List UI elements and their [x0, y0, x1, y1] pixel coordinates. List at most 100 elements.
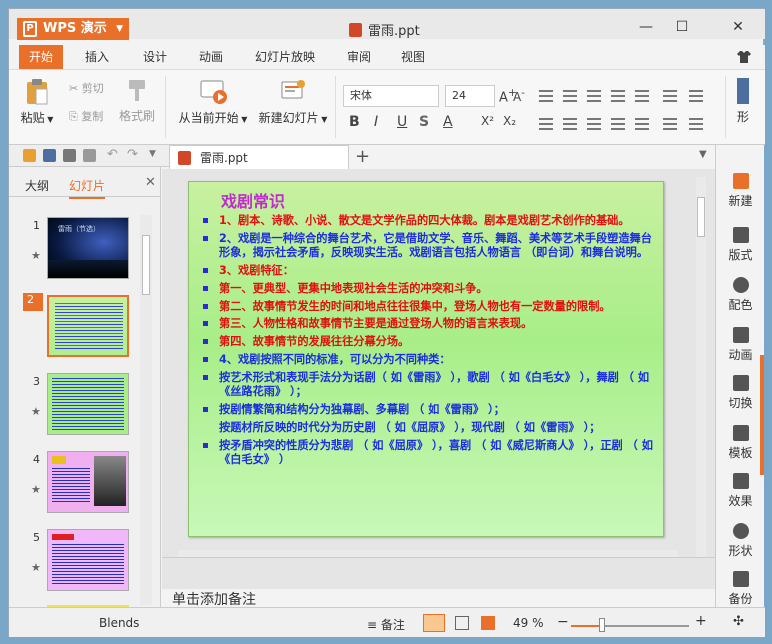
- app-menu-button[interactable]: P WPS 演示 ▼: [17, 18, 129, 40]
- task-color-scheme[interactable]: 配色: [716, 277, 765, 313]
- tab-view[interactable]: 视图: [401, 45, 425, 69]
- save-icon[interactable]: [43, 149, 56, 162]
- slide-bullet-line: 按矛盾冲突的性质分为悲剧 （ 如《屈原》 ），喜剧 （ 如《威尼斯商人》 ），正…: [203, 439, 655, 468]
- font-name-select[interactable]: 宋体: [343, 85, 439, 107]
- shape-button[interactable]: 形: [731, 78, 755, 125]
- close-window-button[interactable]: ✕: [725, 17, 751, 37]
- zoom-out-button[interactable]: −: [557, 614, 569, 630]
- notes-icon: ≡: [367, 618, 378, 632]
- font-size-select[interactable]: 24: [445, 85, 495, 107]
- tab-review[interactable]: 审阅: [347, 45, 371, 69]
- chevron-down-icon[interactable]: ▼: [149, 149, 156, 159]
- task-animation[interactable]: 动画: [716, 327, 765, 363]
- slide-title[interactable]: 戏剧常识: [203, 188, 655, 214]
- skin-icon[interactable]: [737, 50, 751, 64]
- increase-indent-icon[interactable]: [611, 90, 625, 102]
- close-panel-icon[interactable]: ✕: [145, 175, 156, 190]
- decrease-indent-icon[interactable]: [587, 90, 601, 102]
- numbering-icon[interactable]: [563, 90, 577, 102]
- notes-placeholder[interactable]: 单击添加备注: [172, 589, 256, 609]
- copy-button[interactable]: ⎘ 复制: [69, 108, 103, 124]
- slide-thumbnail-3[interactable]: [47, 373, 129, 435]
- slideshow-button[interactable]: [481, 616, 495, 630]
- decrease-font-icon[interactable]: A-: [513, 88, 525, 104]
- clipboard-icon: [27, 79, 48, 105]
- zoom-slider-handle[interactable]: [599, 618, 605, 632]
- superscript-button[interactable]: X²: [481, 114, 494, 128]
- new-tab-button[interactable]: +: [355, 146, 370, 167]
- play-from-current-button[interactable]: 从当前开始 ▼: [175, 78, 251, 126]
- task-layout[interactable]: 版式: [716, 227, 765, 263]
- tab-outline[interactable]: 大纲: [25, 177, 49, 194]
- underline-button[interactable]: U: [397, 114, 407, 130]
- font-color-button[interactable]: A: [443, 114, 453, 130]
- slide-bullet-line: 4、戏剧按照不同的标准，可以分为不同种类：: [203, 353, 655, 368]
- slide-thumbnail-4[interactable]: [47, 451, 129, 513]
- maximize-button[interactable]: ☐: [669, 17, 695, 37]
- redo-icon[interactable]: ↷: [127, 147, 138, 162]
- tab-design[interactable]: 设计: [143, 45, 167, 69]
- columns-icon[interactable]: [689, 90, 703, 102]
- distribute-icon[interactable]: [635, 118, 649, 130]
- undo-icon[interactable]: ↶: [107, 147, 118, 162]
- thumbnail-scrollbar[interactable]: [140, 215, 152, 605]
- editor-scrollbar[interactable]: [696, 177, 706, 557]
- slide-thumbnail-2[interactable]: [47, 295, 129, 357]
- shadow-button[interactable]: S: [419, 114, 429, 130]
- align-right-icon[interactable]: [587, 118, 601, 130]
- minimize-button[interactable]: —: [633, 17, 659, 37]
- animation-star-icon: ★: [31, 249, 41, 262]
- tab-slides[interactable]: 幻灯片: [69, 177, 106, 199]
- align-left-icon[interactable]: [539, 118, 553, 130]
- vertical-align-icon[interactable]: [663, 118, 677, 130]
- ppt-file-icon: [178, 151, 191, 165]
- task-transition[interactable]: 切换: [716, 375, 765, 411]
- new-slide-button[interactable]: 新建幻灯片 ▼: [255, 78, 331, 126]
- open-icon[interactable]: [23, 149, 36, 162]
- document-tab[interactable]: 雷雨.ppt: [169, 145, 349, 169]
- tab-menu-icon[interactable]: ▼: [699, 149, 707, 160]
- print-preview-icon[interactable]: [83, 149, 96, 162]
- wps-logo-icon: P: [23, 21, 37, 37]
- slide-body[interactable]: 1、剧本、诗歌、小说、散文是文学作品的四大体裁。剧本是戏剧艺术创作的基础。 2、戏…: [203, 214, 655, 468]
- window-title: 雷雨.ppt: [349, 20, 420, 39]
- bullets-icon[interactable]: [539, 90, 553, 102]
- animation-star-icon: ★: [31, 483, 41, 496]
- slide-bullet-line: 第三、人物性格和故事情节主要是通过登场人物的语言来表现。: [203, 317, 655, 332]
- zoom-in-button[interactable]: +: [695, 613, 707, 629]
- paste-button[interactable]: 粘贴 ▼: [19, 78, 55, 126]
- subscript-button[interactable]: X₂: [503, 114, 516, 128]
- slide-canvas[interactable]: 戏剧常识 1、剧本、诗歌、小说、散文是文学作品的四大体裁。剧本是戏剧艺术创作的基…: [188, 181, 664, 537]
- paragraph-spacing-icon[interactable]: [689, 118, 703, 130]
- slide-thumbnail-5[interactable]: [47, 529, 129, 591]
- align-center-icon[interactable]: [563, 118, 577, 130]
- normal-view-button[interactable]: [423, 614, 445, 632]
- task-backup[interactable]: 备份: [716, 571, 765, 607]
- task-template[interactable]: 模板: [716, 425, 765, 461]
- tab-slideshow[interactable]: 幻灯片放映: [255, 45, 315, 69]
- tab-animation[interactable]: 动画: [199, 45, 223, 69]
- slide-bullet-line: 第二、故事情节发生的时间和地点往往很集中，登场人物也有一定数量的限制。: [203, 300, 655, 315]
- slide-sorter-button[interactable]: [455, 616, 469, 630]
- tab-insert[interactable]: 插入: [85, 45, 109, 69]
- print-icon[interactable]: [63, 149, 76, 162]
- shapes-icon: [732, 523, 749, 539]
- status-bar: Blends ≡ 备注 49 % − + ✣: [9, 607, 765, 637]
- notes-toggle[interactable]: ≡ 备注: [367, 616, 405, 633]
- text-direction-icon[interactable]: [663, 90, 677, 102]
- italic-button[interactable]: I: [374, 114, 378, 130]
- animation-icon: [732, 327, 749, 343]
- task-shapes[interactable]: 形状: [716, 523, 765, 559]
- task-new[interactable]: 新建: [716, 173, 765, 209]
- task-effects[interactable]: 效果: [716, 473, 765, 509]
- bold-button[interactable]: B: [349, 114, 360, 130]
- slide-thumbnail-1[interactable]: 雷雨（节选）: [47, 217, 129, 279]
- fit-window-icon[interactable]: ✣: [733, 614, 744, 629]
- justify-icon[interactable]: [611, 118, 625, 130]
- tab-home[interactable]: 开始: [19, 45, 64, 69]
- line-spacing-icon[interactable]: [635, 90, 649, 102]
- panel-collapse-handle[interactable]: [760, 355, 764, 475]
- cut-button[interactable]: ✂ 剪切: [69, 80, 104, 96]
- chevron-down-icon: ▼: [116, 24, 123, 34]
- format-painter-button[interactable]: 格式刷: [117, 78, 157, 124]
